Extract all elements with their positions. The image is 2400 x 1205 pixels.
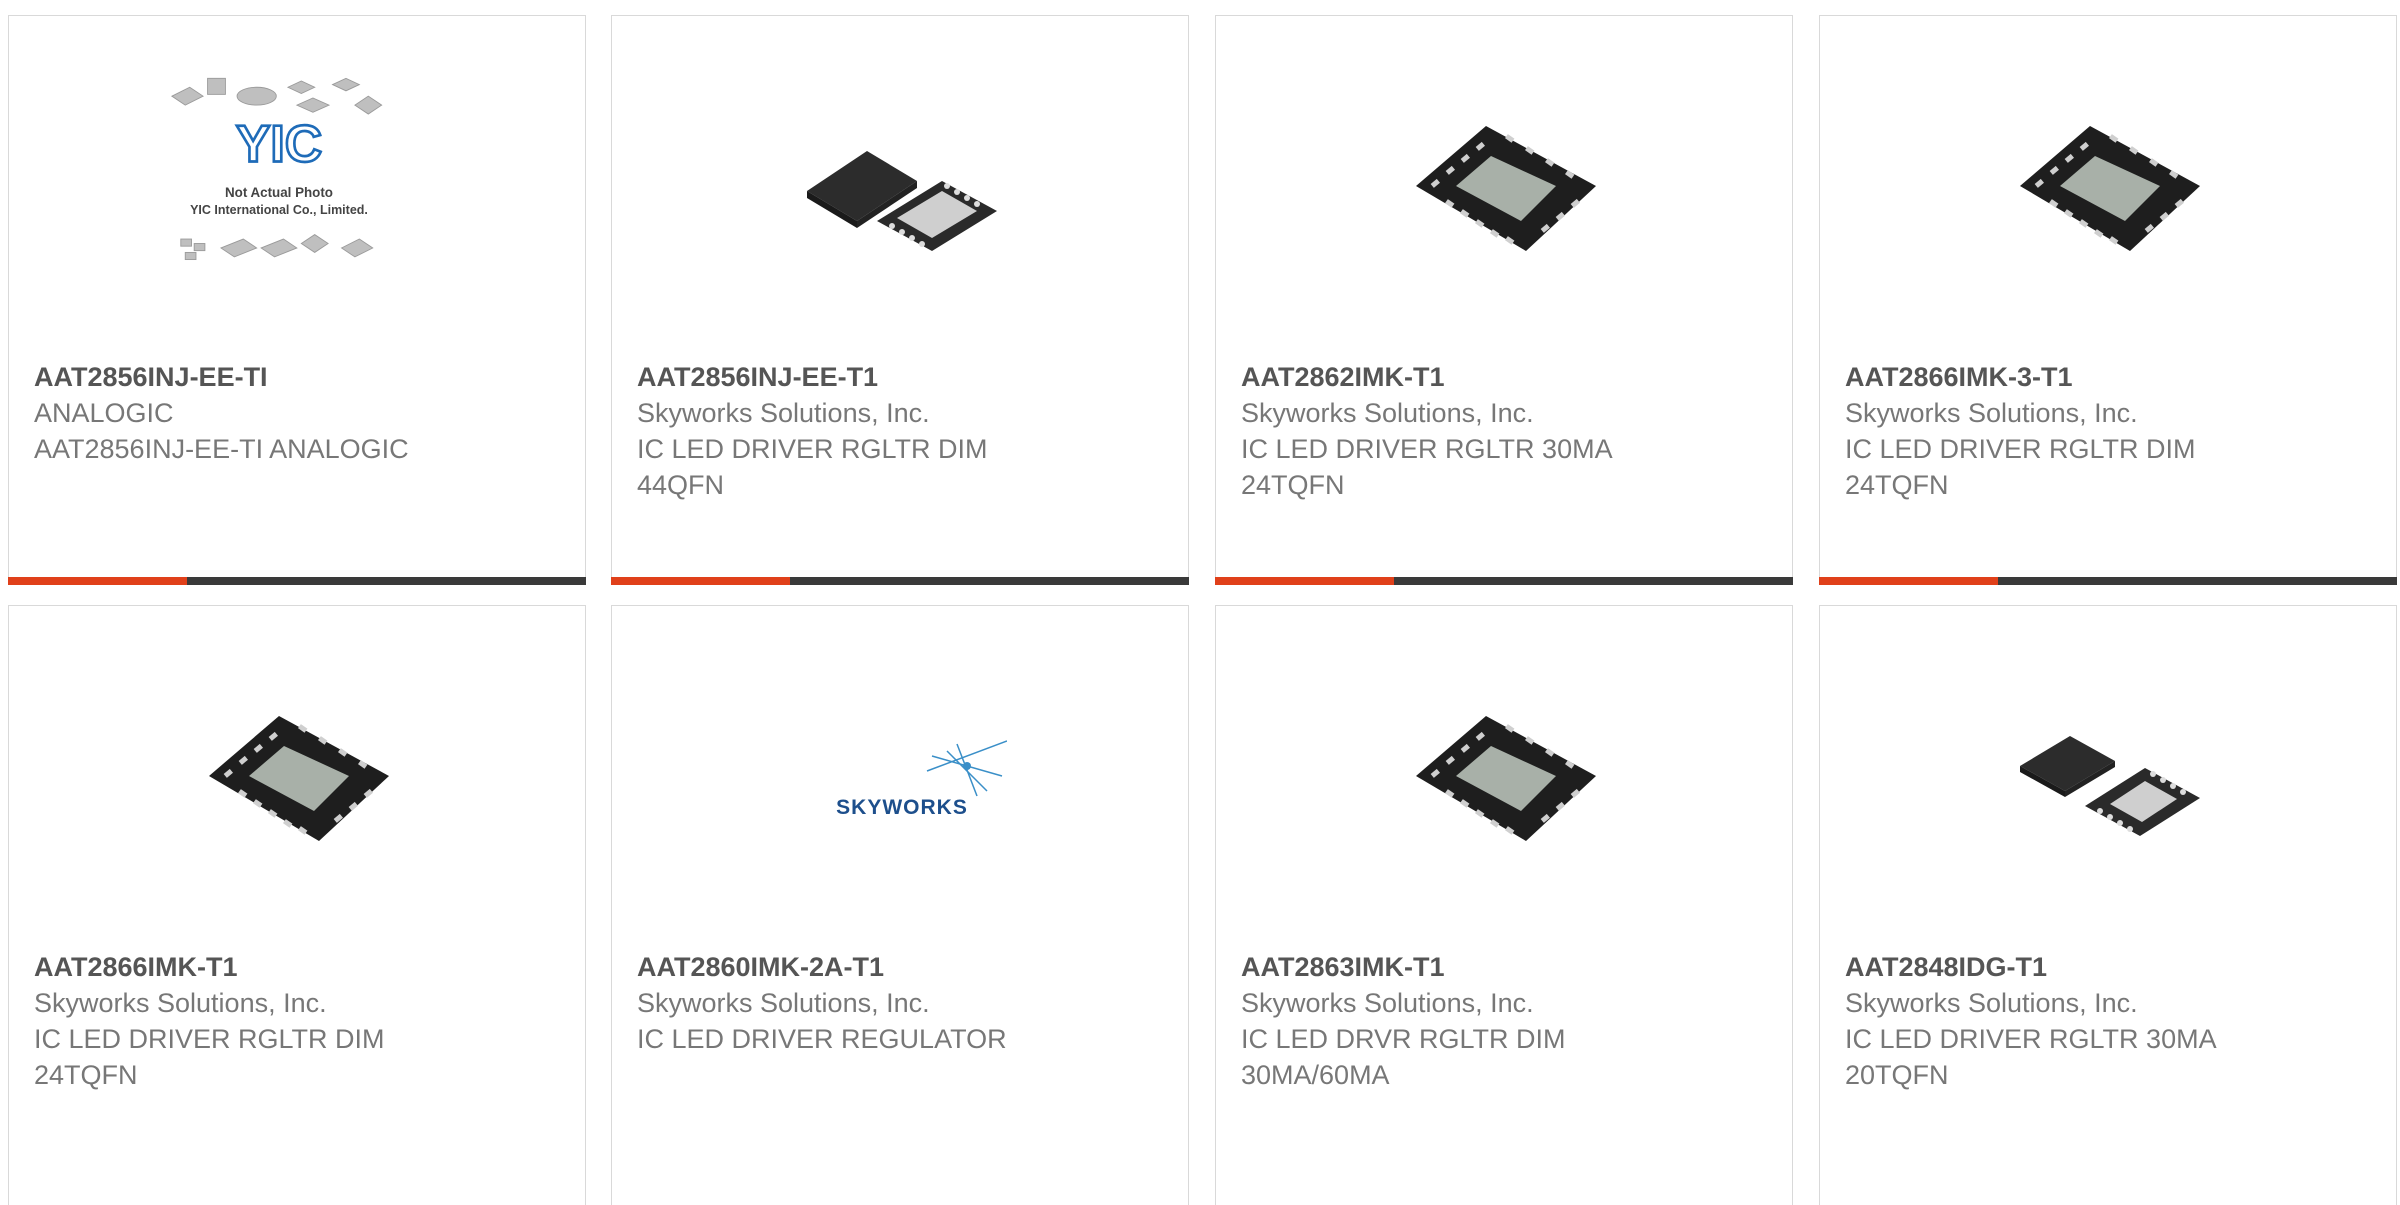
part-number[interactable]: AAT2856INJ-EE-T1 bbox=[637, 359, 1157, 395]
svg-text:Not Actual Photo: Not Actual Photo bbox=[225, 185, 333, 200]
product-image[interactable]: YIC Not Actual Photo YIC International C… bbox=[170, 77, 404, 296]
product-image[interactable] bbox=[1401, 676, 1611, 886]
description: IC LED DRIVER RGLTR 30MA 20TQFN bbox=[1845, 1024, 2217, 1090]
card-progress-bar bbox=[8, 577, 586, 585]
description: IC LED DRIVER RGLTR DIM 24TQFN bbox=[34, 1024, 385, 1090]
product-grid: YIC Not Actual Photo YIC International C… bbox=[0, 0, 2400, 1205]
manufacturer: Skyworks Solutions, Inc. bbox=[1241, 988, 1534, 1018]
card-progress-bar bbox=[611, 577, 1189, 585]
product-image[interactable]: SKYWORKS bbox=[797, 676, 1007, 886]
description: AAT2856INJ-EE-TI ANALOGIC bbox=[34, 434, 409, 464]
product-card[interactable]: AAT2866IMK-3-T1 Skyworks Solutions, Inc.… bbox=[1819, 15, 2397, 585]
placeholder-chips-icon: YIC Not Actual Photo YIC International C… bbox=[170, 77, 383, 261]
qfn-chip-pair-icon bbox=[807, 151, 997, 251]
card-progress-bar bbox=[1819, 577, 2397, 585]
part-number[interactable]: AAT2862IMK-T1 bbox=[1241, 359, 1761, 395]
product-image[interactable] bbox=[797, 86, 1007, 296]
tqfn-chip-icon bbox=[2020, 126, 2200, 251]
progress-fill bbox=[1215, 577, 1395, 585]
manufacturer: ANALOGIC bbox=[34, 398, 174, 428]
manufacturer: Skyworks Solutions, Inc. bbox=[1845, 398, 2138, 428]
yic-logo: YIC bbox=[236, 114, 322, 172]
part-number[interactable]: AAT2866IMK-T1 bbox=[34, 949, 554, 985]
description: IC LED DRIVER RGLTR DIM 24TQFN bbox=[1845, 434, 2196, 500]
skyworks-logo: SKYWORKS bbox=[836, 796, 968, 819]
manufacturer: Skyworks Solutions, Inc. bbox=[1241, 398, 1534, 428]
product-card[interactable]: AAT2848IDG-T1 Skyworks Solutions, Inc. I… bbox=[1819, 605, 2397, 1205]
description: IC LED DRVR RGLTR DIM 30MA/60MA bbox=[1241, 1024, 1566, 1090]
description: IC LED DRIVER RGLTR 30MA 24TQFN bbox=[1241, 434, 1613, 500]
qfn-chip-pair-icon bbox=[2020, 736, 2200, 836]
part-number[interactable]: AAT2848IDG-T1 bbox=[1845, 949, 2365, 985]
product-card[interactable]: AAT2856INJ-EE-T1 Skyworks Solutions, Inc… bbox=[611, 15, 1189, 585]
description: IC LED DRIVER REGULATOR bbox=[637, 1024, 1007, 1054]
tqfn-chip-icon bbox=[1416, 716, 1596, 841]
product-image[interactable] bbox=[2005, 676, 2215, 886]
skyworks-logo-icon: SKYWORKS bbox=[836, 740, 1007, 819]
progress-fill bbox=[611, 577, 791, 585]
svg-text:YIC International Co., Limited: YIC International Co., Limited. bbox=[190, 203, 368, 217]
part-number[interactable]: AAT2866IMK-3-T1 bbox=[1845, 359, 2365, 395]
product-card[interactable]: AAT2863IMK-T1 Skyworks Solutions, Inc. I… bbox=[1215, 605, 1793, 1205]
product-card[interactable]: SKYWORKS AAT2860IMK-2A-T1 Skyworks Solut… bbox=[611, 605, 1189, 1205]
product-card[interactable]: AAT2862IMK-T1 Skyworks Solutions, Inc. I… bbox=[1215, 15, 1793, 585]
product-card[interactable]: YIC Not Actual Photo YIC International C… bbox=[8, 15, 586, 585]
product-card[interactable]: AAT2866IMK-T1 Skyworks Solutions, Inc. I… bbox=[8, 605, 586, 1205]
tqfn-chip-icon bbox=[209, 716, 389, 841]
progress-fill bbox=[8, 577, 188, 585]
tqfn-chip-icon bbox=[1416, 126, 1596, 251]
product-image[interactable] bbox=[2005, 86, 2215, 296]
manufacturer: Skyworks Solutions, Inc. bbox=[637, 988, 930, 1018]
manufacturer: Skyworks Solutions, Inc. bbox=[34, 988, 327, 1018]
progress-fill bbox=[1819, 577, 1999, 585]
manufacturer: Skyworks Solutions, Inc. bbox=[637, 398, 930, 428]
manufacturer: Skyworks Solutions, Inc. bbox=[1845, 988, 2138, 1018]
card-progress-bar bbox=[1215, 577, 1793, 585]
part-number[interactable]: AAT2863IMK-T1 bbox=[1241, 949, 1761, 985]
product-image[interactable] bbox=[1401, 86, 1611, 296]
part-number[interactable]: AAT2856INJ-EE-TI bbox=[34, 359, 554, 395]
part-number[interactable]: AAT2860IMK-2A-T1 bbox=[637, 949, 1157, 985]
product-image[interactable] bbox=[194, 676, 404, 886]
description: IC LED DRIVER RGLTR DIM 44QFN bbox=[637, 434, 988, 500]
